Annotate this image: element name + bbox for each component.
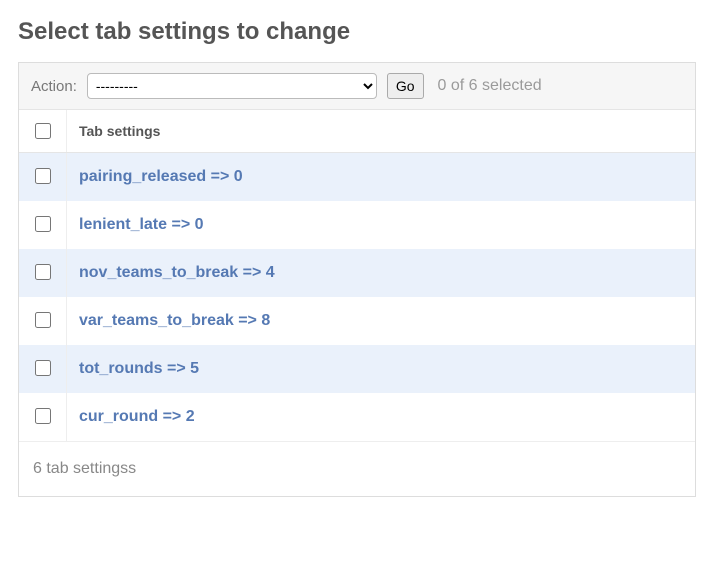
actions-bar: Action: --------- Go 0 of 6 selected [19, 63, 695, 110]
row-link[interactable]: cur_round => 2 [79, 408, 195, 425]
row-cell: var_teams_to_break => 8 [67, 297, 696, 345]
row-checkbox[interactable] [35, 216, 51, 232]
column-header[interactable]: Tab settings [67, 110, 696, 153]
action-label: Action: [31, 78, 77, 95]
row-link[interactable]: pairing_released => 0 [79, 168, 243, 185]
row-checkbox[interactable] [35, 360, 51, 376]
table-row: pairing_released => 0 [19, 153, 695, 202]
table-row: nov_teams_to_break => 4 [19, 249, 695, 297]
select-all-checkbox[interactable] [35, 123, 51, 139]
row-cell: pairing_released => 0 [67, 153, 696, 202]
row-link[interactable]: tot_rounds => 5 [79, 360, 199, 377]
table-row: lenient_late => 0 [19, 201, 695, 249]
row-checkbox[interactable] [35, 408, 51, 424]
action-select[interactable]: --------- [87, 73, 377, 99]
row-check-cell [19, 153, 67, 202]
paginator: 6 tab settingss [19, 441, 695, 496]
row-checkbox[interactable] [35, 264, 51, 280]
row-check-cell [19, 297, 67, 345]
go-button[interactable]: Go [387, 73, 424, 99]
row-checkbox[interactable] [35, 312, 51, 328]
row-link[interactable]: nov_teams_to_break => 4 [79, 264, 275, 281]
page-title: Select tab settings to change [18, 18, 696, 46]
row-link[interactable]: var_teams_to_break => 8 [79, 312, 270, 329]
row-cell: tot_rounds => 5 [67, 345, 696, 393]
row-check-cell [19, 201, 67, 249]
row-check-cell [19, 249, 67, 297]
row-cell: lenient_late => 0 [67, 201, 696, 249]
selection-count: 0 of 6 selected [438, 77, 542, 95]
select-all-header [19, 110, 67, 153]
row-link[interactable]: lenient_late => 0 [79, 216, 204, 233]
row-checkbox[interactable] [35, 168, 51, 184]
results-table: Tab settings pairing_released => 0 lenien… [19, 110, 695, 441]
row-check-cell [19, 345, 67, 393]
table-row: var_teams_to_break => 8 [19, 297, 695, 345]
table-row: cur_round => 2 [19, 393, 695, 441]
table-row: tot_rounds => 5 [19, 345, 695, 393]
row-cell: nov_teams_to_break => 4 [67, 249, 696, 297]
row-check-cell [19, 393, 67, 441]
changelist: Action: --------- Go 0 of 6 selected Tab… [18, 62, 696, 497]
row-cell: cur_round => 2 [67, 393, 696, 441]
